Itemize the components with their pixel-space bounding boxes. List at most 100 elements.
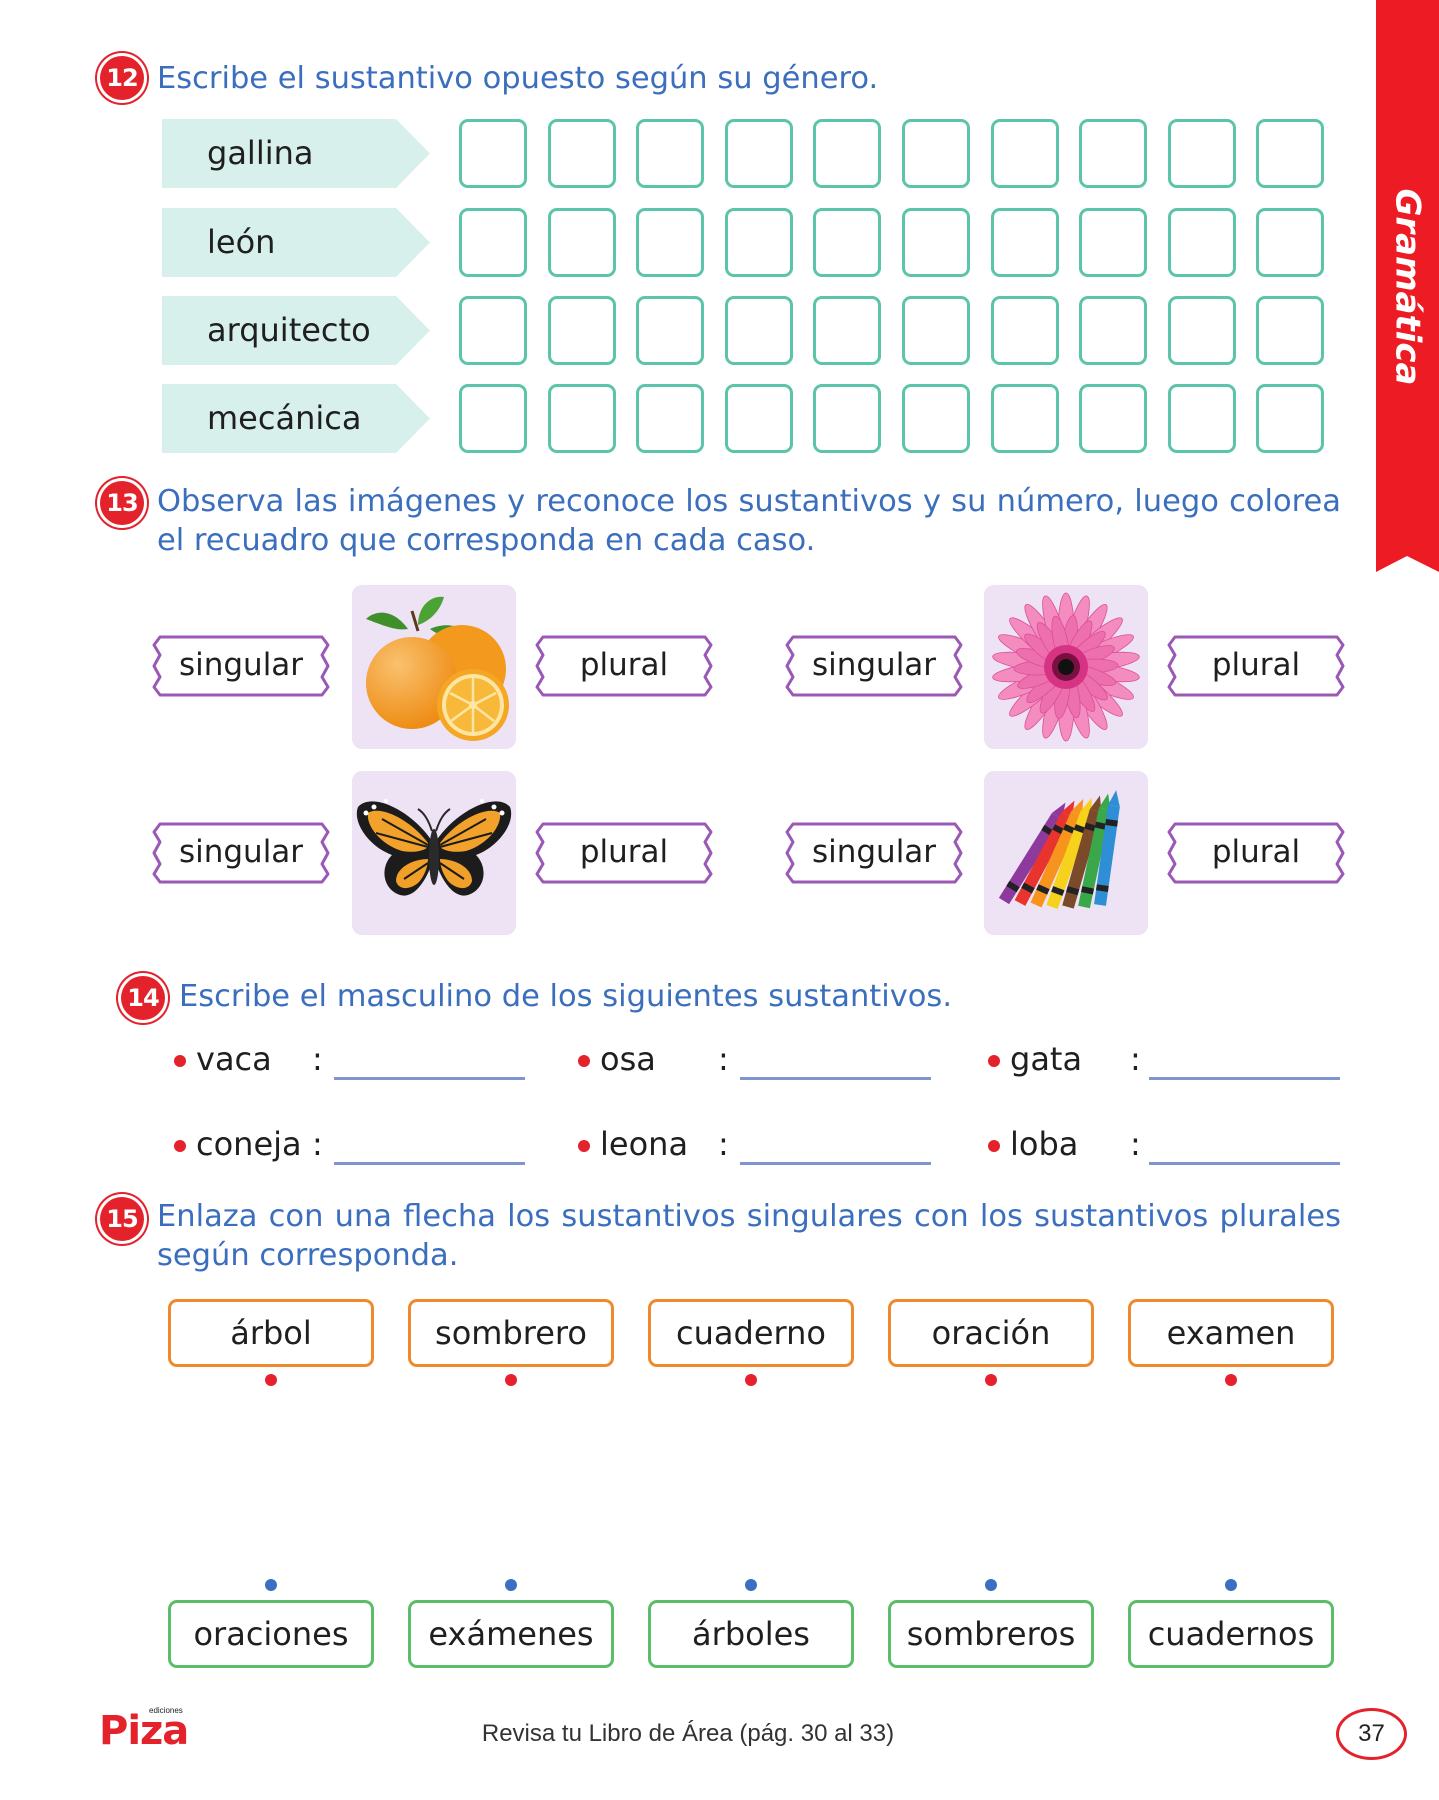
letter-box[interactable] xyxy=(813,119,882,188)
letter-box[interactable] xyxy=(636,119,705,188)
exercise-14-number: 14 xyxy=(121,976,165,1020)
answer-line[interactable] xyxy=(334,1162,525,1165)
exercise-15-title: Enlaza con una flecha los sustantivos si… xyxy=(157,1199,1341,1273)
connect-dot-bottom[interactable] xyxy=(1225,1579,1237,1591)
bullet-dot xyxy=(174,1055,186,1067)
singular-tag[interactable]: singular xyxy=(785,822,963,884)
letter-box[interactable] xyxy=(1167,384,1236,453)
singular-tag[interactable]: singular xyxy=(785,635,963,697)
plural-word-box: cuadernos xyxy=(1128,1600,1334,1668)
letter-box[interactable] xyxy=(547,119,616,188)
connect-dot-bottom[interactable] xyxy=(985,1579,997,1591)
fill-word: vaca xyxy=(196,1040,272,1078)
letter-box[interactable] xyxy=(547,208,616,277)
answer-line[interactable] xyxy=(334,1077,525,1080)
letter-box[interactable] xyxy=(990,119,1059,188)
letter-box[interactable] xyxy=(990,296,1059,365)
letter-box[interactable] xyxy=(813,208,882,277)
singular-tag[interactable]: singular xyxy=(152,635,330,697)
plural-tag[interactable]: plural xyxy=(1167,822,1345,884)
fill-word: coneja xyxy=(196,1125,302,1163)
word-label: mecánica xyxy=(207,399,362,437)
fill-in-item: loba : xyxy=(988,1119,1340,1169)
word-arrow: gallina xyxy=(162,119,430,188)
fill-in-item: coneja : xyxy=(174,1119,526,1169)
letter-box[interactable] xyxy=(724,384,793,453)
connect-dot-top[interactable] xyxy=(1225,1374,1237,1386)
fill-colon: : xyxy=(718,1125,729,1163)
fill-word: gata xyxy=(1010,1040,1083,1078)
fill-in-item: gata : xyxy=(988,1034,1340,1084)
exercise-14-title: Escribe el masculino de los siguientes s… xyxy=(179,979,953,1014)
letter-box[interactable] xyxy=(459,208,527,277)
letter-box[interactable] xyxy=(1256,384,1325,453)
letter-box[interactable] xyxy=(547,296,616,365)
letter-box[interactable] xyxy=(813,384,882,453)
letter-box[interactable] xyxy=(459,296,527,365)
section-side-tab: Gramática xyxy=(1376,0,1439,572)
tag-label: plural xyxy=(1211,647,1301,683)
letter-box[interactable] xyxy=(902,119,970,188)
fill-in-item: leona : xyxy=(578,1119,931,1169)
letter-box[interactable] xyxy=(1079,384,1148,453)
letter-box[interactable] xyxy=(1256,208,1325,277)
answer-line[interactable] xyxy=(1149,1162,1340,1165)
letter-box[interactable] xyxy=(990,208,1059,277)
letter-box[interactable] xyxy=(459,384,527,453)
connect-dot-top[interactable] xyxy=(505,1374,517,1386)
fill-word: leona xyxy=(600,1125,689,1163)
fill-colon: : xyxy=(312,1125,323,1163)
letter-box[interactable] xyxy=(547,384,616,453)
plural-tag[interactable]: plural xyxy=(535,822,713,884)
crayons-drawing xyxy=(998,790,1120,910)
fill-colon: : xyxy=(1130,1040,1141,1078)
singular-tag[interactable]: singular xyxy=(152,822,330,884)
letter-box[interactable] xyxy=(1079,119,1148,188)
letter-box[interactable] xyxy=(636,296,705,365)
letter-box[interactable] xyxy=(1167,296,1236,365)
letter-box[interactable] xyxy=(990,384,1059,453)
exercise-12-number: 12 xyxy=(100,56,144,100)
connect-dot-top[interactable] xyxy=(745,1374,757,1386)
word-label: gallina xyxy=(207,134,314,172)
tag-label: plural xyxy=(579,647,669,683)
connect-dot-bottom[interactable] xyxy=(265,1579,277,1591)
letter-box[interactable] xyxy=(1079,208,1148,277)
letter-box[interactable] xyxy=(459,119,527,188)
plural-tag[interactable]: plural xyxy=(535,635,713,697)
answer-line[interactable] xyxy=(740,1077,931,1080)
letter-box-row xyxy=(459,296,1325,365)
letter-box[interactable] xyxy=(724,208,793,277)
singular-word-box: examen xyxy=(1128,1299,1334,1367)
letter-box[interactable] xyxy=(724,119,793,188)
letter-box[interactable] xyxy=(902,296,970,365)
connect-dot-top[interactable] xyxy=(985,1374,997,1386)
letter-box[interactable] xyxy=(1256,119,1325,188)
answer-line[interactable] xyxy=(1149,1077,1340,1080)
plural-word-box: árboles xyxy=(648,1600,854,1668)
letter-box[interactable] xyxy=(902,384,970,453)
connect-dot-bottom[interactable] xyxy=(745,1579,757,1591)
fill-word: osa xyxy=(600,1040,656,1078)
letter-box[interactable] xyxy=(813,296,882,365)
letter-box[interactable] xyxy=(902,208,970,277)
word-arrow: león xyxy=(162,208,430,277)
letter-box[interactable] xyxy=(1079,296,1148,365)
plural-tag[interactable]: plural xyxy=(1167,635,1345,697)
letter-box[interactable] xyxy=(1167,208,1236,277)
connect-dot-bottom[interactable] xyxy=(505,1579,517,1591)
connect-dot-top[interactable] xyxy=(265,1374,277,1386)
singular-word-box: cuaderno xyxy=(648,1299,854,1367)
singular-word-box: árbol xyxy=(168,1299,374,1367)
letter-box[interactable] xyxy=(1167,119,1236,188)
answer-line[interactable] xyxy=(740,1162,931,1165)
letter-box[interactable] xyxy=(724,296,793,365)
bullet-dot xyxy=(988,1140,1000,1152)
letter-box[interactable] xyxy=(1256,296,1325,365)
letter-box[interactable] xyxy=(636,208,705,277)
letter-box[interactable] xyxy=(636,384,705,453)
flower-drawing xyxy=(992,592,1140,742)
singular-word-box: sombrero xyxy=(408,1299,614,1367)
letter-box-row xyxy=(459,384,1325,453)
side-tab-label: Gramática xyxy=(1387,188,1428,386)
